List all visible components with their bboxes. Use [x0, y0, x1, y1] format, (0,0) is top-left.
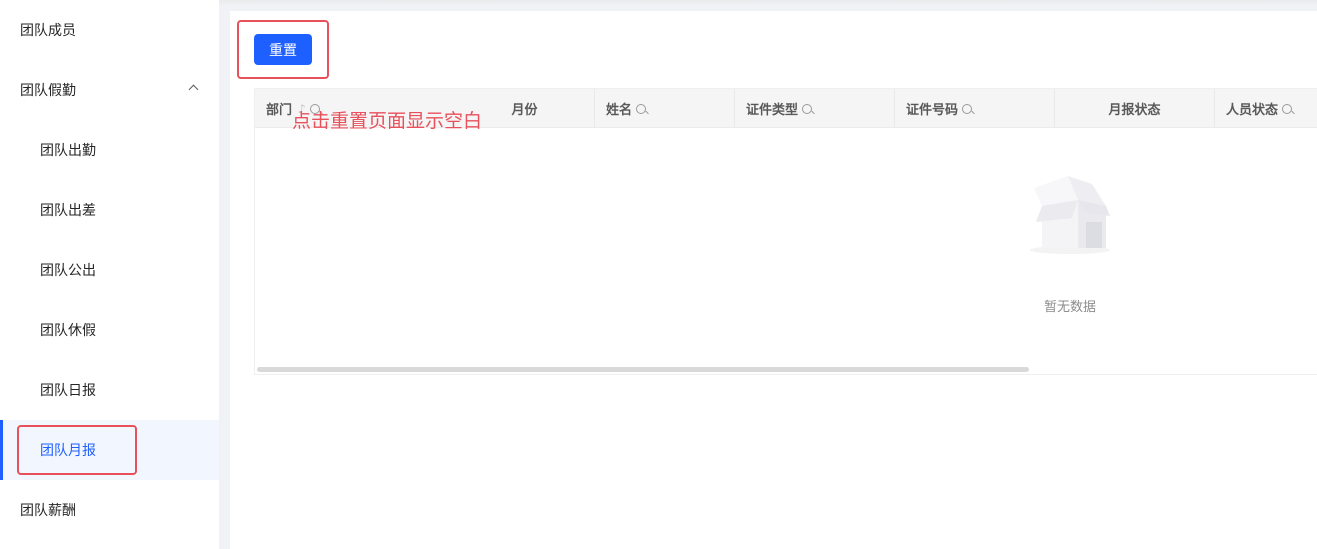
sidebar-item-label: 团队公出: [40, 263, 96, 279]
sidebar-item-label: 团队薪酬: [20, 503, 76, 519]
column-label: 月报状态: [1108, 103, 1161, 118]
sidebar-item-team-daily-report[interactable]: 团队日报: [0, 360, 219, 420]
chevron-up-icon[interactable]: [188, 84, 199, 95]
sidebar-item-team-leave[interactable]: 团队休假: [0, 300, 219, 360]
sidebar-item-team-attendance-group[interactable]: 团队假勤: [0, 60, 219, 120]
search-icon[interactable]: [1282, 103, 1293, 114]
horizontal-scrollbar[interactable]: [257, 367, 1029, 372]
sidebar-item-team-official-out[interactable]: 团队公出: [0, 240, 219, 300]
sidebar-item-label: 团队假勤: [20, 83, 76, 99]
column-label: 证件号码: [906, 103, 959, 118]
column-header-name[interactable]: 姓名: [595, 89, 735, 128]
search-icon[interactable]: [802, 103, 813, 114]
column-label: 证件类型: [746, 103, 799, 118]
sidebar-item-team-salary[interactable]: 团队薪酬: [0, 480, 219, 540]
column-label: 人员状态: [1226, 103, 1279, 118]
search-icon[interactable]: [962, 103, 973, 114]
column-header-id-number[interactable]: 证件号码: [895, 89, 1055, 128]
sidebar-item-team-business-trip[interactable]: 团队出差: [0, 180, 219, 240]
search-icon[interactable]: [636, 103, 647, 114]
sidebar-item-label: 团队成员: [20, 23, 76, 39]
column-header-person-status[interactable]: 人员状态: [1215, 89, 1317, 128]
annotation-text: 点击重置页面显示空白: [292, 110, 483, 132]
column-label: 姓名: [606, 103, 633, 118]
sidebar-item-label: 团队出差: [40, 203, 96, 219]
column-header-id-type[interactable]: 证件类型: [735, 89, 895, 128]
annotation-box-reset: [237, 20, 329, 79]
sidebar-item-label: 团队日报: [40, 383, 96, 399]
sidebar-item-team-members[interactable]: 团队成员: [0, 0, 219, 60]
sidebar-item-team-attendance[interactable]: 团队出勤: [0, 120, 219, 180]
sidebar-item-label: 团队休假: [40, 323, 96, 339]
column-header-report-status[interactable]: 月报状态: [1055, 89, 1215, 128]
empty-box-icon: [1028, 172, 1112, 256]
annotation-box-sidebar: [17, 425, 137, 475]
column-label: 月份: [511, 103, 538, 118]
empty-text: 暂无数据: [1043, 300, 1096, 315]
column-label: 部门: [266, 103, 293, 118]
sidebar-item-label: 团队出勤: [40, 143, 96, 159]
